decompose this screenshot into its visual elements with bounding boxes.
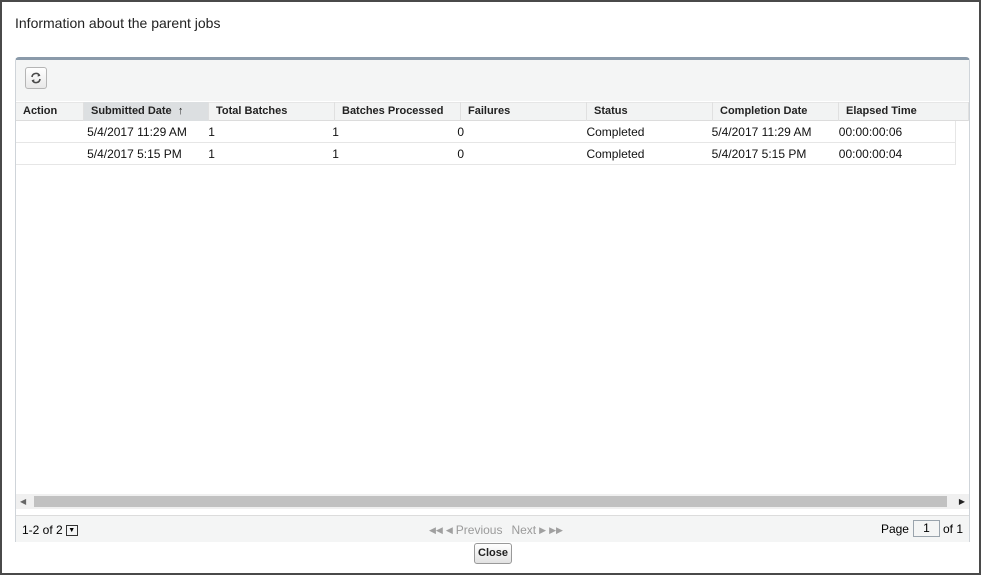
page-number-input[interactable]: 1	[912, 520, 940, 537]
record-range[interactable]: 1-2 of 2 ▼	[22, 523, 78, 537]
close-button[interactable]: Close	[474, 543, 512, 564]
sort-ascending-icon: ↑	[177, 105, 184, 117]
page-total-label: of 1	[942, 521, 963, 536]
column-header-submitted-date[interactable]: Submitted Date ↑	[84, 102, 209, 121]
column-header-action[interactable]: Action	[16, 102, 84, 121]
column-header-failures[interactable]: Failures	[461, 102, 587, 121]
record-range-label: 1-2 of 2	[22, 523, 63, 537]
page-selector: Page 1 of 1	[881, 520, 963, 537]
next-page-icon[interactable]: ▶	[539, 525, 546, 536]
scroll-left-icon[interactable]: ◀	[20, 497, 26, 506]
cell-submitted-date: 5/4/2017 11:29 AM	[87, 124, 187, 139]
column-header-batches-processed[interactable]: Batches Processed	[335, 102, 461, 121]
cell-failures: 0	[457, 124, 465, 139]
chevron-down-icon[interactable]: ▼	[65, 524, 78, 536]
refresh-button[interactable]	[25, 67, 47, 89]
jobs-grid-panel: Action Submitted Date ↑ Total Batches Ba…	[15, 57, 970, 542]
table-row[interactable]: 5/4/2017 5:15 PM 1 1 0 Completed 5/4/201…	[16, 143, 955, 165]
grid-toolbar	[16, 60, 969, 101]
parent-jobs-dialog: Information about the parent jobs Action…	[0, 0, 981, 575]
cell-batches-processed: 1	[332, 124, 339, 139]
next-link[interactable]: Next	[511, 523, 536, 537]
cell-completion-date: 5/4/2017 11:29 AM	[711, 124, 812, 139]
page-navigation: ◀◀ ◀ Previous Next ▶ ▶▶	[429, 523, 563, 537]
page-label: Page	[880, 521, 909, 536]
cell-completion-date: 5/4/2017 5:15 PM	[711, 146, 807, 161]
column-header-total-batches[interactable]: Total Batches	[209, 102, 335, 121]
dialog-title: Information about the parent jobs	[15, 15, 221, 31]
cell-batches-processed: 1	[332, 146, 339, 161]
column-header-completion-date[interactable]: Completion Date	[713, 102, 839, 121]
cell-elapsed-time: 00:00:00:06	[838, 124, 903, 139]
cell-elapsed-time: 00:00:00:04	[838, 146, 903, 161]
column-header-elapsed-time[interactable]: Elapsed Time	[839, 102, 969, 121]
first-page-icon[interactable]: ◀◀	[429, 525, 443, 536]
refresh-icon	[31, 72, 41, 84]
column-header-label: Submitted Date	[91, 105, 172, 117]
jobs-table: Action Submitted Date ↑ Total Batches Ba…	[16, 102, 969, 165]
scrollbar-thumb[interactable]	[34, 496, 947, 507]
horizontal-scrollbar[interactable]: ◀ ▶	[16, 494, 969, 509]
table-body: 5/4/2017 11:29 AM 1 1 0 Completed 5/4/20…	[16, 121, 956, 165]
table-header-row: Action Submitted Date ↑ Total Batches Ba…	[16, 102, 969, 121]
cell-status: Completed	[586, 146, 645, 161]
last-page-icon[interactable]: ▶▶	[549, 525, 563, 536]
cell-status: Completed	[586, 124, 645, 139]
cell-total-batches: 1	[208, 146, 215, 161]
table-row[interactable]: 5/4/2017 11:29 AM 1 1 0 Completed 5/4/20…	[16, 121, 955, 143]
previous-link[interactable]: Previous	[456, 523, 503, 537]
cell-submitted-date: 5/4/2017 5:15 PM	[87, 146, 182, 161]
column-header-status[interactable]: Status	[587, 102, 713, 121]
scroll-right-icon[interactable]: ▶	[959, 497, 965, 506]
cell-failures: 0	[457, 146, 465, 161]
cell-total-batches: 1	[208, 124, 215, 139]
previous-page-icon[interactable]: ◀	[446, 525, 453, 536]
pagination-bar: 1-2 of 2 ▼ ◀◀ ◀ Previous Next ▶ ▶▶ Page …	[16, 515, 969, 542]
